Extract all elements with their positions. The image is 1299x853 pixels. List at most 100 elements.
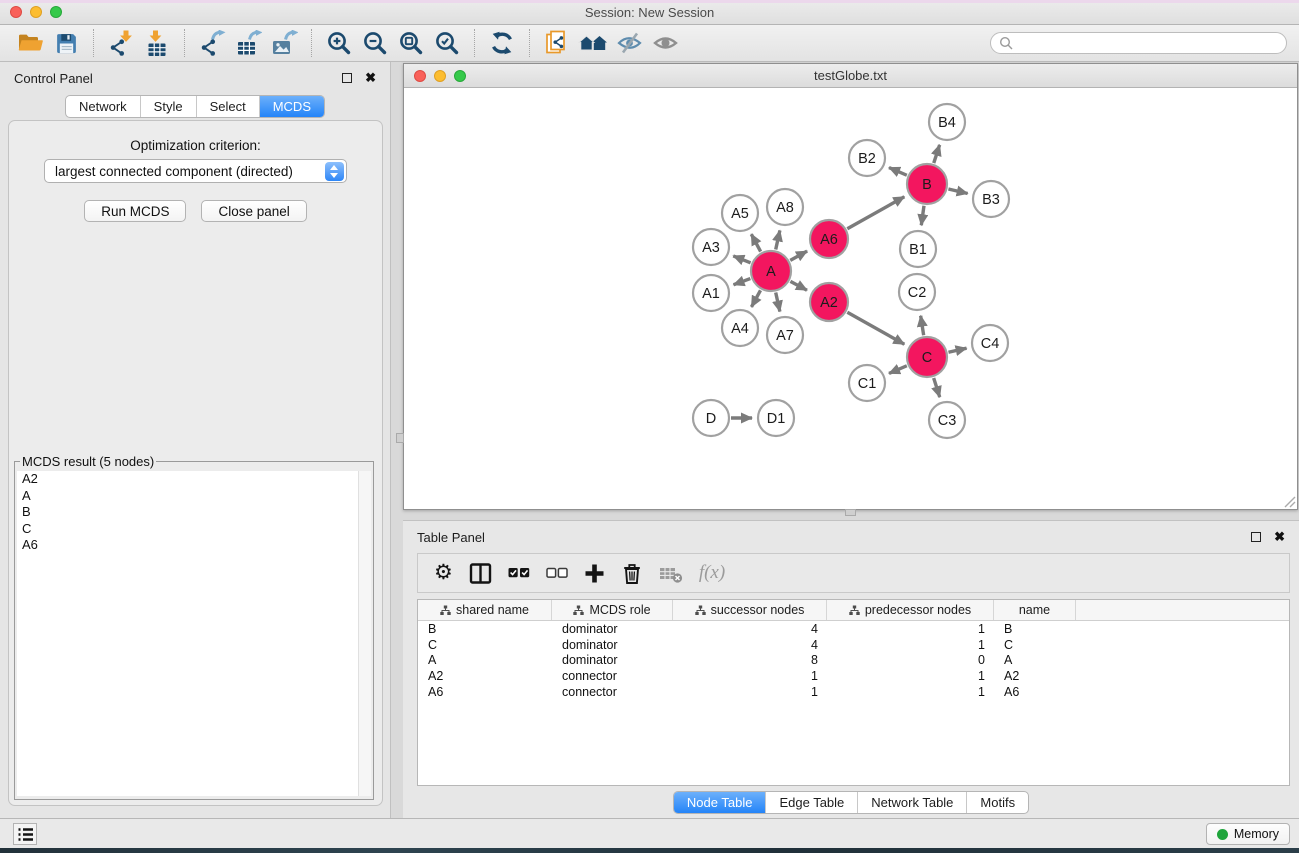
- graph-node-B4[interactable]: B4: [929, 104, 965, 140]
- save-session-button[interactable]: [48, 28, 84, 58]
- graph-edge-B-B1[interactable]: [921, 206, 924, 225]
- horizontal-splitter-handle[interactable]: [845, 509, 856, 516]
- tab-network-table[interactable]: Network Table: [857, 792, 966, 813]
- graph-edge-A6-B[interactable]: [847, 197, 904, 229]
- apply-layout-button[interactable]: [484, 28, 520, 58]
- graph-edge-A-A7[interactable]: [776, 292, 780, 311]
- graph-edge-A-A5[interactable]: [751, 234, 760, 251]
- graph-edge-A2-C[interactable]: [847, 312, 904, 344]
- memory-button[interactable]: Memory: [1206, 823, 1290, 845]
- float-table-panel-icon[interactable]: [1251, 532, 1261, 542]
- mcds-result-list[interactable]: A2ABCA6: [17, 471, 371, 796]
- column-header-predecessor-nodes[interactable]: predecessor nodes: [827, 600, 994, 620]
- tab-mcds[interactable]: MCDS: [259, 96, 324, 117]
- graph-edge-C-C2[interactable]: [921, 316, 924, 336]
- zoom-out-button[interactable]: [357, 28, 393, 58]
- column-header-successor-nodes[interactable]: successor nodes: [673, 600, 827, 620]
- tab-edge-table[interactable]: Edge Table: [765, 792, 857, 813]
- export-network-button[interactable]: [194, 28, 230, 58]
- close-panel-button[interactable]: Close panel: [201, 200, 306, 222]
- graph-edge-B-B2[interactable]: [889, 168, 907, 176]
- graph-node-C4[interactable]: C4: [972, 325, 1008, 361]
- zoom-in-button[interactable]: [321, 28, 357, 58]
- float-panel-icon[interactable]: [342, 73, 352, 83]
- zoom-fit-button[interactable]: [393, 28, 429, 58]
- graph-node-D1[interactable]: D1: [758, 400, 794, 436]
- graph-node-A3[interactable]: A3: [693, 229, 729, 265]
- close-table-panel-icon[interactable]: ✖: [1274, 532, 1285, 542]
- run-mcds-button[interactable]: Run MCDS: [84, 200, 186, 222]
- add-column-button[interactable]: [584, 558, 605, 588]
- result-scrollbar[interactable]: [358, 471, 371, 796]
- graph-node-B3[interactable]: B3: [973, 181, 1009, 217]
- graph-edge-A-A4[interactable]: [751, 290, 760, 307]
- graph-node-D[interactable]: D: [693, 400, 729, 436]
- tab-select[interactable]: Select: [196, 96, 259, 117]
- home-button[interactable]: [575, 28, 611, 58]
- network-canvas[interactable]: B4 B2 B B3 A5A8A6 A3 B1 A A1 C2 A2 A4A7 C4 C C1 D D1 C3: [404, 89, 1297, 509]
- delete-table-button[interactable]: [659, 558, 683, 588]
- graph-edge-A-A3[interactable]: [733, 256, 750, 263]
- hide-selection-button[interactable]: [611, 28, 647, 58]
- graph-node-A2[interactable]: A2: [810, 283, 848, 321]
- table-row[interactable]: Adominator80A: [418, 653, 1289, 669]
- mcds-result-item[interactable]: A6: [17, 537, 371, 554]
- tab-style[interactable]: Style: [140, 96, 196, 117]
- graph-edge-A-A2[interactable]: [790, 281, 807, 290]
- graph-edge-A-A6[interactable]: [790, 251, 807, 260]
- graph-node-C3[interactable]: C3: [929, 402, 965, 438]
- show-selection-button[interactable]: [647, 28, 683, 58]
- function-builder-button[interactable]: f(x): [699, 558, 725, 588]
- graph-edge-A-A8[interactable]: [776, 230, 780, 249]
- graph-edge-C-C4[interactable]: [948, 348, 966, 352]
- table-row[interactable]: A2connector11A2: [418, 668, 1289, 684]
- tab-node-table[interactable]: Node Table: [674, 792, 766, 813]
- graph-node-A5[interactable]: A5: [722, 195, 758, 231]
- graph-node-B1[interactable]: B1: [900, 231, 936, 267]
- graph-node-A[interactable]: A: [751, 251, 791, 291]
- vertical-splitter-handle[interactable]: [396, 433, 404, 443]
- column-layout-button[interactable]: [469, 558, 492, 588]
- table-settings-button[interactable]: ⚙: [434, 558, 453, 588]
- search-input[interactable]: [1018, 36, 1278, 50]
- tab-motifs[interactable]: Motifs: [966, 792, 1028, 813]
- mcds-result-item[interactable]: A2: [17, 471, 371, 488]
- mcds-result-item[interactable]: C: [17, 521, 371, 538]
- graph-edge-B-B3[interactable]: [948, 189, 967, 194]
- import-network-button[interactable]: [103, 28, 139, 58]
- column-header-name[interactable]: name: [994, 600, 1076, 620]
- graph-node-A8[interactable]: A8: [767, 189, 803, 225]
- window-resize-grip[interactable]: [1282, 494, 1296, 508]
- search-field[interactable]: [990, 32, 1287, 54]
- graph-node-B[interactable]: B: [907, 164, 947, 204]
- graph-node-A4[interactable]: A4: [722, 310, 758, 346]
- table-row[interactable]: Bdominator41B: [418, 621, 1289, 637]
- import-table-button[interactable]: [139, 28, 175, 58]
- graph-node-C[interactable]: C: [907, 337, 947, 377]
- export-table-button[interactable]: [230, 28, 266, 58]
- column-header-shared-name[interactable]: shared name: [418, 600, 552, 620]
- graph-edge-C-C1[interactable]: [889, 366, 907, 374]
- graph-node-A1[interactable]: A1: [693, 275, 729, 311]
- table-row[interactable]: A6connector11A6: [418, 684, 1289, 700]
- optimization-criterion-select[interactable]: largest connected component (directed): [44, 159, 347, 183]
- graph-node-C1[interactable]: C1: [849, 365, 885, 401]
- graph-edge-C-C3[interactable]: [934, 378, 940, 397]
- graph-node-A6[interactable]: A6: [810, 220, 848, 258]
- zoom-selected-button[interactable]: [429, 28, 465, 58]
- mcds-result-item[interactable]: B: [17, 504, 371, 521]
- graph-node-C2[interactable]: C2: [899, 274, 935, 310]
- graph-node-A7[interactable]: A7: [767, 317, 803, 353]
- open-session-button[interactable]: [12, 28, 48, 58]
- delete-column-button[interactable]: [621, 558, 643, 588]
- graph-edge-A-A1[interactable]: [734, 279, 751, 285]
- deselect-all-columns-button[interactable]: [546, 558, 568, 588]
- export-image-button[interactable]: [266, 28, 302, 58]
- graph-node-B2[interactable]: B2: [849, 140, 885, 176]
- task-history-button[interactable]: [13, 823, 37, 845]
- select-all-columns-button[interactable]: [508, 558, 530, 588]
- column-header-MCDS-role[interactable]: MCDS role: [552, 600, 673, 620]
- graph-edge-B-B4[interactable]: [934, 145, 940, 163]
- tab-network[interactable]: Network: [66, 96, 140, 117]
- network-from-file-button[interactable]: [539, 28, 575, 58]
